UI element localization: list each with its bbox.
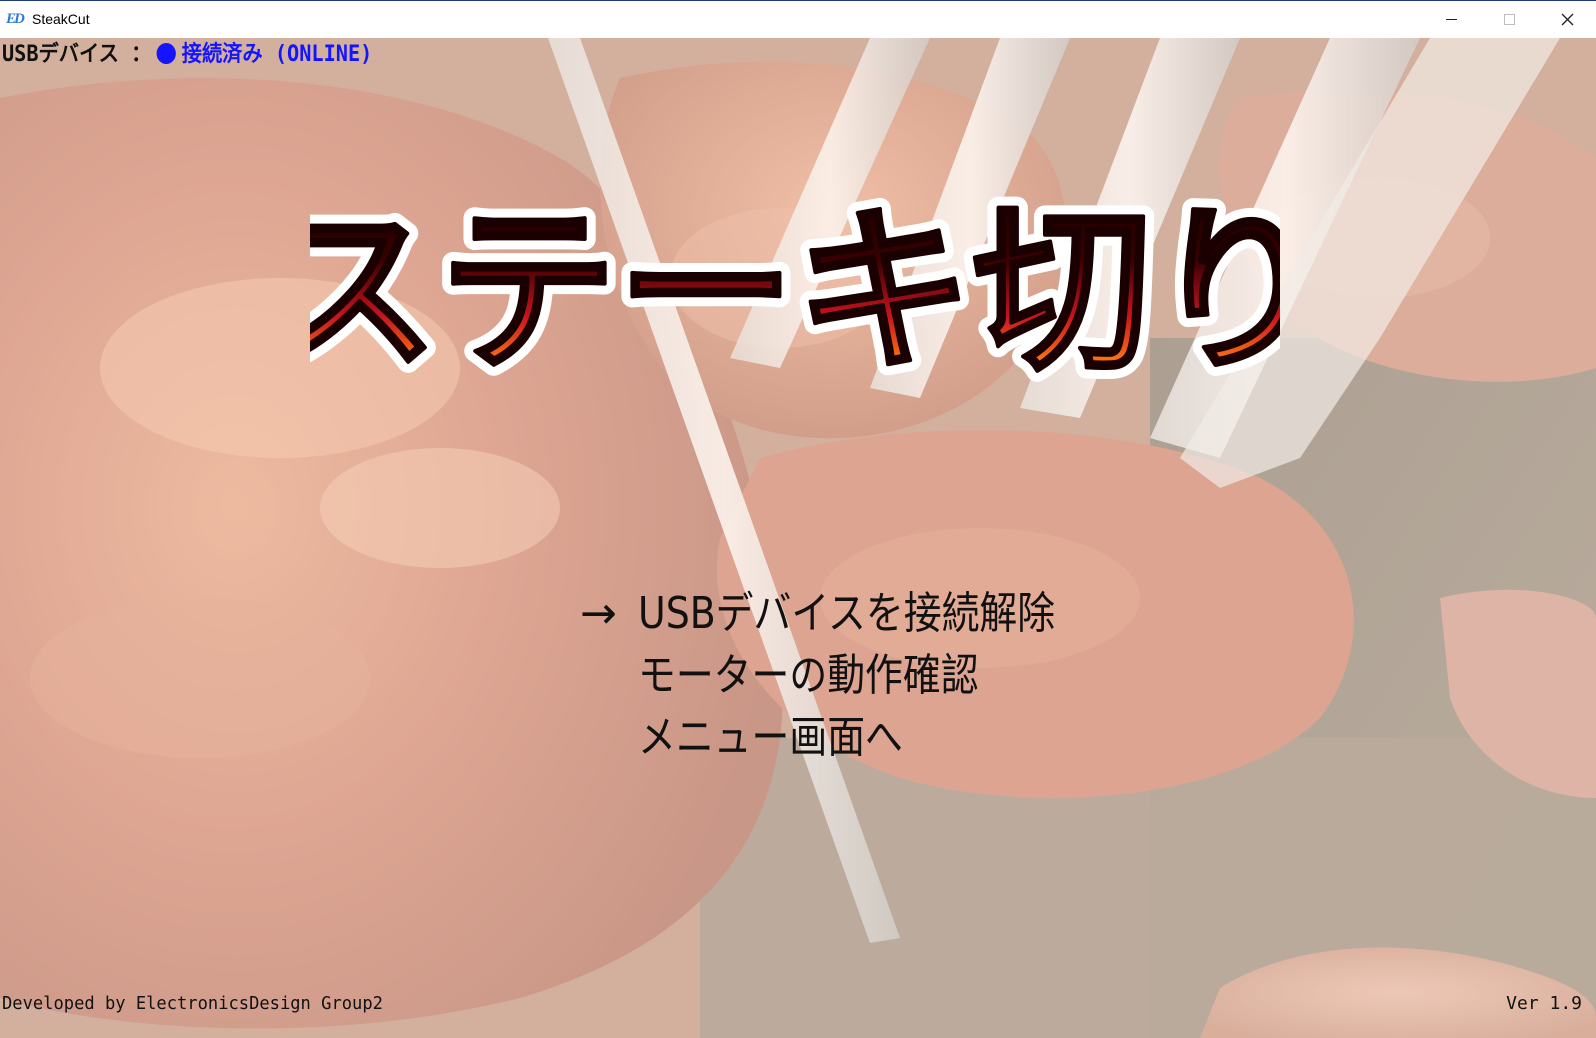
developer-credit: Developed by ElectronicsDesign Group2 [2,993,383,1014]
close-icon [1561,13,1573,26]
menu-item-usb-disconnect[interactable]: → USBデバイスを接続解除 [580,583,1220,645]
usb-status-label: USBデバイス ： [2,42,152,67]
maximize-button[interactable] [1480,1,1538,38]
menu-item-to-menu-screen[interactable]: メニュー画面へ [580,707,1220,769]
main-menu: → USBデバイスを接続解除 モーターの動作確認 メニュー画面へ [580,583,1220,769]
connection-status-dot-icon [156,43,177,64]
usb-status-value: 接続済み (ONLINE) [181,42,373,67]
menu-item-label: メニュー画面へ [638,712,903,763]
app-window: ED SteakCut USBデバイス ： 接続済み (ONLINE) ステーキ… [0,0,1596,1038]
logo-text: ステーキ切り [310,188,1280,393]
maximize-icon [1503,14,1515,25]
app-title-logo: ステーキ切り ステーキ切り [310,177,1280,393]
selection-cursor-arrow-icon: → [580,588,617,639]
minimize-button[interactable] [1422,1,1480,38]
title-bar[interactable]: ED SteakCut [0,0,1596,38]
app-logo-icon: ED [6,11,25,27]
menu-item-label: USBデバイスを接続解除 [638,588,1056,639]
window-title: SteakCut [32,11,90,27]
menu-item-label: モーターの動作確認 [638,650,979,701]
menu-item-motor-check[interactable]: モーターの動作確認 [580,645,1220,707]
close-button[interactable] [1538,1,1596,38]
version-label: Ver 1.9 [1506,993,1582,1014]
main-screen: USBデバイス ： 接続済み (ONLINE) ステーキ切り ステーキ切り → U… [0,38,1596,1038]
minimize-icon [1445,19,1457,20]
usb-status: USBデバイス ： 接続済み (ONLINE) [2,40,372,70]
